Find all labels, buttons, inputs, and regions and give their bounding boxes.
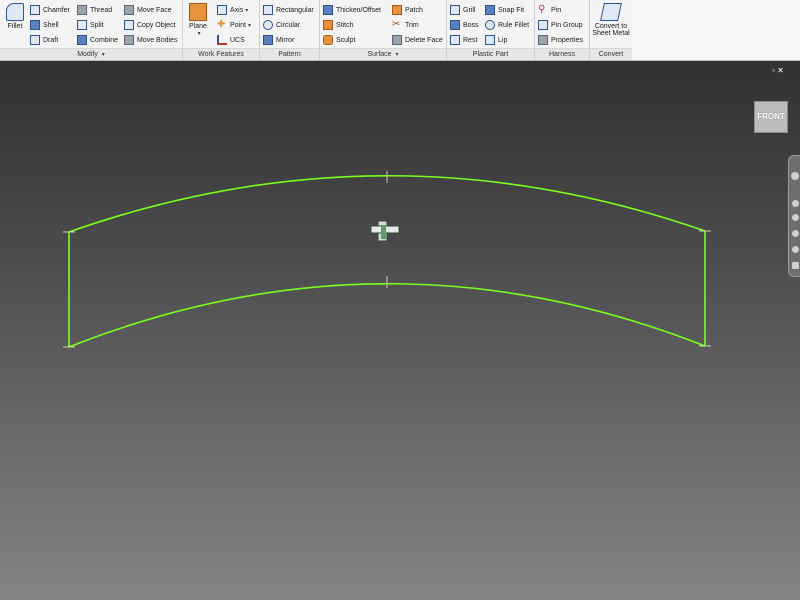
viewcube[interactable]: FRONT: [754, 101, 788, 133]
steering-wheel-icon[interactable]: [791, 172, 799, 180]
look-at-icon[interactable]: [792, 246, 799, 253]
viewcube-face-label: FRONT: [757, 112, 785, 121]
orbit-icon[interactable]: [792, 230, 799, 237]
navbar-menu-icon[interactable]: [792, 262, 799, 269]
sketch-bottom-arc[interactable]: [68, 282, 706, 348]
zoom-icon[interactable]: [792, 214, 799, 221]
sketch-point-markers: [63, 171, 711, 348]
cursor-crosshair-icon: [370, 220, 400, 242]
pan-icon[interactable]: [792, 200, 799, 207]
sketch-geometry[interactable]: [68, 174, 706, 348]
navigation-bar[interactable]: [788, 155, 800, 277]
sketch-canvas[interactable]: [0, 0, 800, 600]
